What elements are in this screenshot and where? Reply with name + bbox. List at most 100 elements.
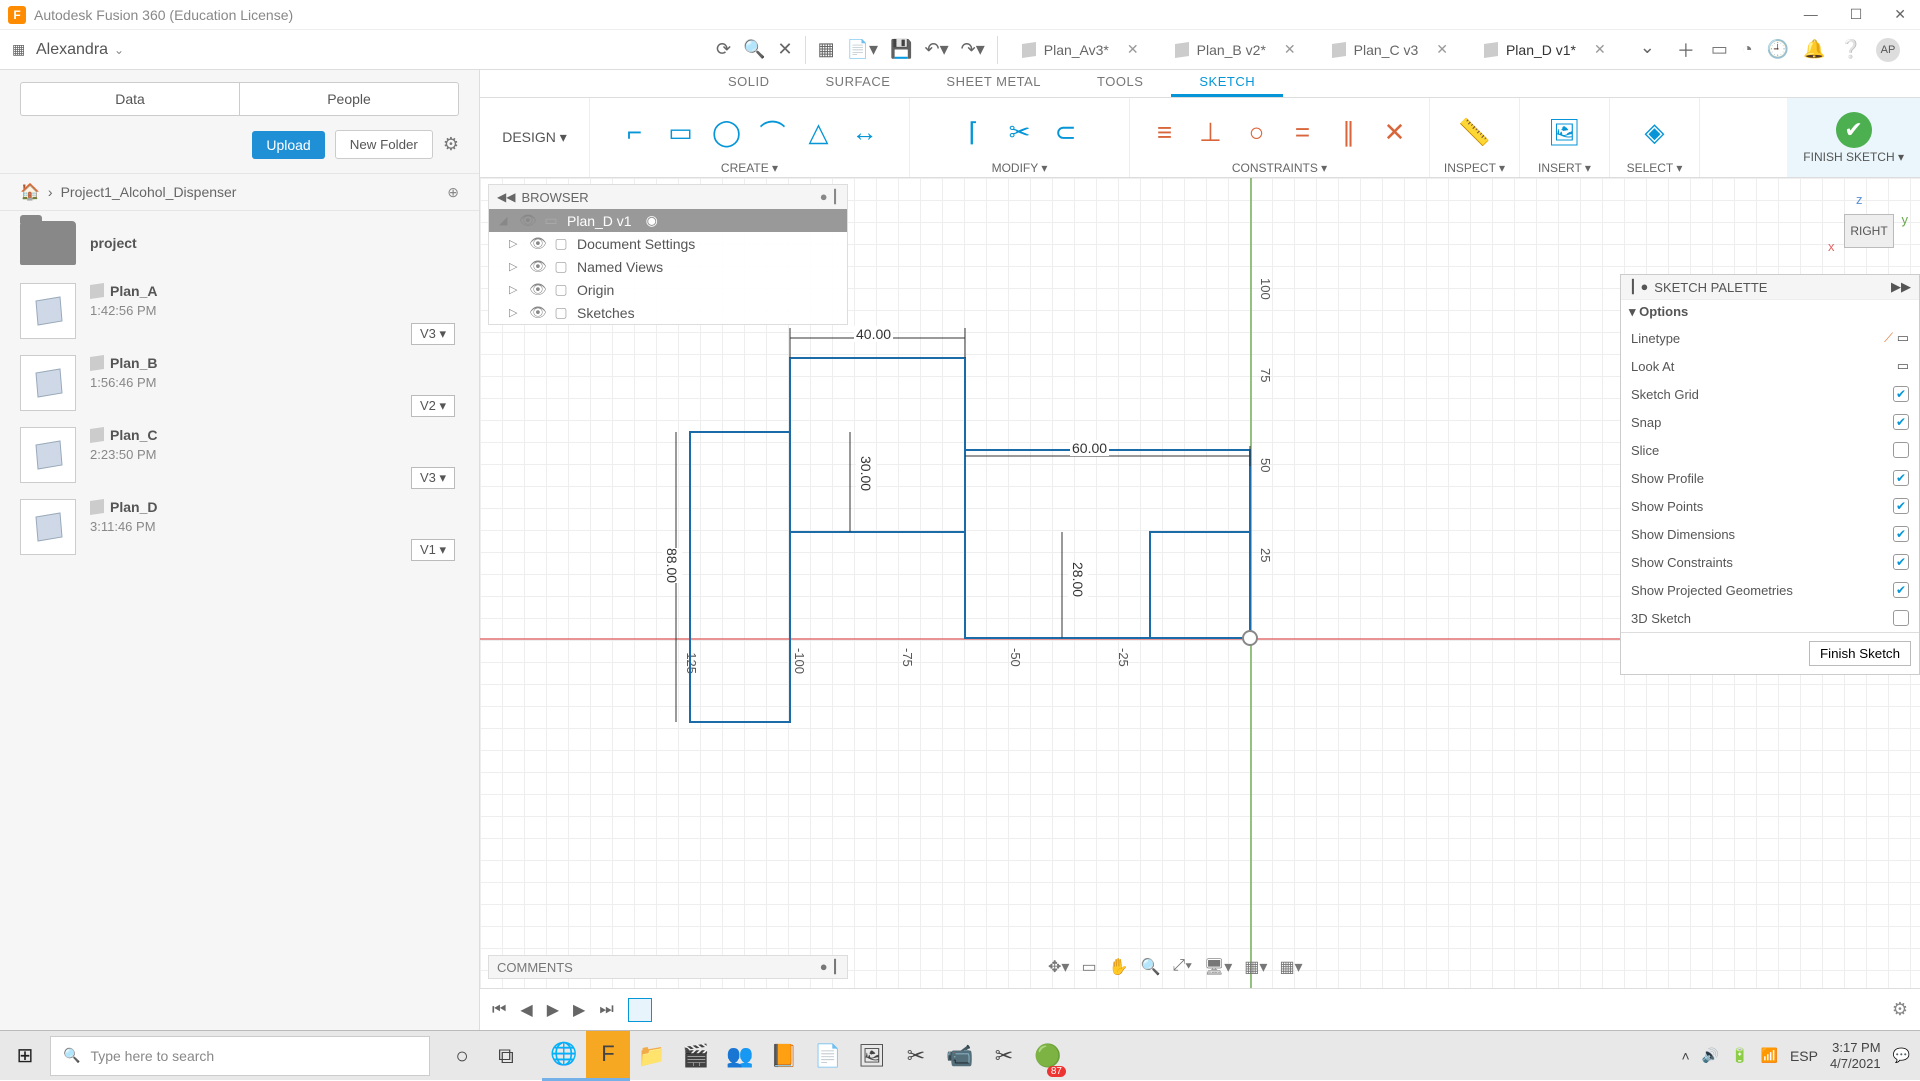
pan-icon[interactable]: ✋ — [1109, 957, 1129, 977]
close-tab-icon[interactable]: ✕ — [1127, 41, 1139, 58]
snip-icon[interactable]: ✂ — [894, 1031, 938, 1081]
help-icon[interactable]: ❔ — [1840, 39, 1862, 60]
wifi-icon[interactable]: 📶 — [1761, 1047, 1778, 1064]
version-dropdown[interactable]: V3 ▾ — [411, 323, 455, 345]
finish-sketch-button[interactable]: ✔ FINISH SKETCH ▾ — [1787, 98, 1920, 177]
timeline-end-icon[interactable]: ⏭ — [599, 1001, 613, 1019]
checkbox[interactable]: ✔ — [1893, 526, 1909, 542]
teams-icon[interactable]: 👥 — [718, 1031, 762, 1081]
data-tab[interactable]: Data — [20, 82, 239, 116]
folder-row[interactable]: project — [0, 211, 479, 275]
fix-constraint-icon[interactable]: ✕ — [1377, 115, 1413, 151]
avatar[interactable]: AP — [1876, 38, 1900, 62]
project-item[interactable]: Plan_C2:23:50 PMV3 ▾ — [0, 419, 479, 491]
version-dropdown[interactable]: V2 ▾ — [411, 395, 455, 417]
job-status-icon[interactable]: ◔ — [1742, 39, 1753, 60]
dimension-label[interactable]: 30.00 — [856, 456, 876, 491]
dimension-label[interactable]: 60.00 — [1070, 440, 1109, 456]
horizontal-constraint-icon[interactable]: ≡ — [1147, 115, 1183, 151]
file-tab[interactable]: Plan_Av3*✕ — [1004, 30, 1157, 70]
checkbox[interactable]: ✔ — [1893, 386, 1909, 402]
tangent-constraint-icon[interactable]: ○ — [1239, 115, 1275, 151]
workspace-tab[interactable]: SHEET METAL — [918, 70, 1069, 97]
display-icon[interactable]: 🖥▾ — [1204, 957, 1232, 977]
sketch-palette[interactable]: ┃ ●SKETCH PALETTE▶▶ ▾ Options Linetype⟋ … — [1620, 274, 1920, 675]
extensions-icon[interactable]: ▭ — [1711, 39, 1728, 60]
linetype-icon[interactable]: ⟋ — [1884, 330, 1893, 346]
ribbon-select-label[interactable]: SELECT ▾ — [1627, 161, 1683, 177]
dimension-label[interactable]: 88.00 — [662, 548, 682, 583]
browser-row[interactable]: ▷👁▢Document Settings — [489, 232, 847, 255]
expand-icon[interactable]: ▷ — [509, 283, 521, 296]
ribbon-create-label[interactable]: CREATE ▾ — [721, 161, 778, 177]
zoom-icon[interactable]: 🔍 — [1140, 957, 1160, 977]
comments-panel[interactable]: COMMENTS● ┃ — [488, 955, 848, 979]
close-tab-icon[interactable]: ✕ — [1594, 41, 1606, 58]
workspace-tab[interactable]: SOLID — [700, 70, 798, 97]
close-panel-button[interactable]: ✕ — [772, 35, 799, 64]
fit-icon[interactable]: ⤢▾ — [1172, 957, 1192, 977]
browser-row[interactable]: ▷👁▢Sketches — [489, 301, 847, 324]
chevron-down-icon[interactable]: ⌄ — [114, 43, 124, 57]
action-center-icon[interactable]: 💬 — [1893, 1047, 1910, 1064]
collapse-icon[interactable]: ◀◀ — [497, 190, 515, 204]
breadcrumb[interactable]: 🏠 › Project1_Alcohol_Dispenser ⊕ — [0, 173, 479, 211]
people-tab[interactable]: People — [239, 82, 459, 116]
visibility-icon[interactable]: 👁 — [529, 258, 545, 275]
close-button[interactable]: ✕ — [1888, 6, 1912, 23]
timeline-prev-icon[interactable]: ◀ — [520, 1000, 532, 1020]
gear-icon[interactable]: ⚙ — [443, 134, 459, 155]
trim-tool-icon[interactable]: ✂ — [1002, 115, 1038, 151]
new-file-icon[interactable]: 📄▾ — [841, 35, 884, 64]
share-icon[interactable]: ⊕ — [447, 184, 459, 201]
notes-icon[interactable]: 📄 — [806, 1031, 850, 1081]
perpendicular-constraint-icon[interactable]: ⊥ — [1193, 115, 1229, 151]
browser-root[interactable]: ◢👁▭Plan_D v1◉ — [489, 209, 847, 232]
version-dropdown[interactable]: V1 ▾ — [411, 539, 455, 561]
ribbon-inspect-label[interactable]: INSPECT ▾ — [1444, 161, 1505, 177]
checkbox[interactable]: ✔ — [1893, 554, 1909, 570]
arc-tool-icon[interactable]: ⌒ — [755, 115, 791, 151]
checkbox[interactable]: ✔ — [1893, 582, 1909, 598]
viewcube[interactable]: z y x RIGHT — [1834, 196, 1902, 256]
taskbar-search[interactable]: 🔍 Type here to search — [50, 1036, 430, 1076]
tray-chevron-icon[interactable]: ˄ — [1681, 1048, 1689, 1064]
expand-icon[interactable]: ▷ — [509, 260, 521, 273]
dimension-tool-icon[interactable]: ↔ — [847, 115, 883, 151]
notification-icon[interactable]: 🔔 — [1803, 39, 1825, 60]
fusion-icon[interactable]: F — [586, 1031, 630, 1081]
viewcube-face[interactable]: RIGHT — [1844, 214, 1894, 248]
workspace-tab[interactable]: SURFACE — [798, 70, 919, 97]
mirror-tool-icon[interactable]: △ — [801, 115, 837, 151]
expand-icon[interactable]: ▷ — [509, 306, 521, 319]
refresh-button[interactable]: ⟳ — [710, 35, 737, 64]
linetype-icon2[interactable]: ▭ — [1897, 330, 1909, 346]
timeline-play-icon[interactable]: ▶ — [547, 1000, 559, 1020]
look-at-icon[interactable]: ▭ — [1081, 957, 1096, 977]
taskbar-clock[interactable]: 3:17 PM 4/7/2021 — [1830, 1040, 1881, 1071]
home-icon[interactable]: 🏠 — [20, 182, 40, 202]
expand-icon[interactable]: ▶▶ — [1891, 279, 1911, 295]
checkbox[interactable] — [1893, 610, 1909, 626]
app-badge-icon[interactable]: 🟢87 — [1026, 1031, 1070, 1081]
browser-row[interactable]: ▷👁▢Named Views — [489, 255, 847, 278]
select-icon[interactable]: ◈ — [1637, 115, 1673, 151]
line-tool-icon[interactable]: ⌐ — [617, 115, 653, 151]
checkbox[interactable]: ✔ — [1893, 414, 1909, 430]
equal-constraint-icon[interactable]: = — [1285, 115, 1321, 151]
checkbox[interactable] — [1893, 442, 1909, 458]
minimize-button[interactable]: — — [1798, 6, 1824, 23]
redo-icon[interactable]: ↷▾ — [955, 35, 991, 64]
version-dropdown[interactable]: V3 ▾ — [411, 467, 455, 489]
project-item[interactable]: Plan_A1:42:56 PMV3 ▾ — [0, 275, 479, 347]
fusion2-icon[interactable]: 📙 — [762, 1031, 806, 1081]
language-indicator[interactable]: ESP — [1790, 1048, 1818, 1064]
parallel-constraint-icon[interactable]: ∥ — [1331, 115, 1367, 151]
visibility-icon[interactable]: 👁 — [529, 281, 545, 298]
browser-row[interactable]: ▷👁▢Origin — [489, 278, 847, 301]
file-tab[interactable]: Plan_D v1*✕ — [1466, 30, 1624, 70]
fillet-tool-icon[interactable]: ⌈ — [956, 115, 992, 151]
breadcrumb-label[interactable]: Project1_Alcohol_Dispenser — [61, 184, 440, 200]
viewport-icon[interactable]: ▦▾ — [1279, 957, 1302, 977]
timeline-sketch-feature[interactable] — [628, 998, 652, 1022]
